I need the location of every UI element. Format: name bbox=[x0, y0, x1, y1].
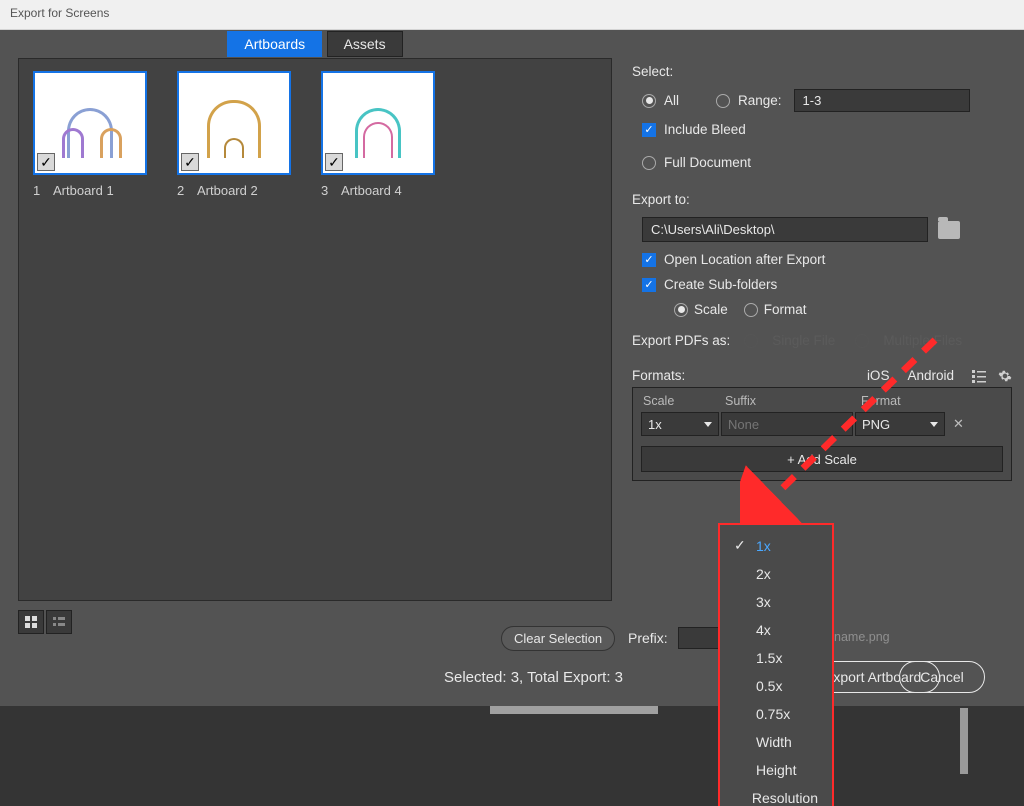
open-location-label: Open Location after Export bbox=[664, 252, 825, 267]
dropdown-item[interactable]: Height bbox=[724, 756, 828, 784]
radio-pdf-multiple bbox=[855, 334, 869, 348]
dropdown-item[interactable]: 0.5x bbox=[724, 672, 828, 700]
scrollbar-vertical[interactable] bbox=[960, 708, 968, 774]
clear-selection-button[interactable]: Clear Selection bbox=[501, 626, 615, 651]
window-title: Export for Screens bbox=[0, 0, 1024, 30]
checkmark-icon[interactable]: ✓ bbox=[37, 153, 55, 171]
chevron-down-icon bbox=[704, 422, 712, 427]
export-to-label: Export to: bbox=[632, 192, 1012, 207]
dropdown-item[interactable]: 2x bbox=[724, 560, 828, 588]
dropdown-item[interactable]: 4x bbox=[724, 616, 828, 644]
format-dropdown[interactable]: PNG bbox=[855, 412, 945, 436]
dropdown-item[interactable]: ✓1x bbox=[724, 531, 828, 560]
prefix-label: Prefix: bbox=[628, 630, 668, 646]
radio-all[interactable] bbox=[642, 94, 656, 108]
artboard-thumb[interactable]: ✓ 2Artboard 2 bbox=[177, 71, 291, 198]
dropdown-item[interactable]: 0.75x bbox=[724, 700, 828, 728]
col-scale-label: Scale bbox=[643, 394, 725, 408]
checkmark-icon[interactable]: ✓ bbox=[325, 153, 343, 171]
checkbox-include-bleed[interactable]: ✓ bbox=[642, 123, 656, 137]
background-region bbox=[0, 706, 1024, 806]
export-pdf-label: Export PDFs as: bbox=[632, 333, 730, 348]
checkbox-open-location[interactable]: ✓ bbox=[642, 253, 656, 267]
include-bleed-label: Include Bleed bbox=[664, 122, 746, 137]
dropdown-item[interactable]: 3x bbox=[724, 588, 828, 616]
dropdown-item[interactable]: 1.5x bbox=[724, 644, 828, 672]
col-format-label: Format bbox=[861, 394, 1001, 408]
suffix-input[interactable] bbox=[721, 412, 853, 436]
subfolder-scale-label: Scale bbox=[694, 302, 728, 317]
subfolder-format-label: Format bbox=[764, 302, 807, 317]
radio-subfolder-format[interactable] bbox=[744, 303, 758, 317]
dropdown-item[interactable]: Width bbox=[724, 728, 828, 756]
tab-artboards[interactable]: Artboards bbox=[227, 31, 322, 57]
pdf-single-label: Single File bbox=[772, 333, 835, 348]
scrollbar-horizontal[interactable] bbox=[490, 706, 658, 714]
radio-pdf-single bbox=[744, 334, 758, 348]
export-path-input[interactable] bbox=[642, 217, 928, 242]
artboard-grid-panel: Artboards Assets ✓ 1Artboard 1 ✓ 2Art bbox=[18, 58, 612, 601]
filename-hint: name.png bbox=[834, 630, 890, 644]
radio-range-label: Range: bbox=[738, 93, 782, 108]
ios-preset-button[interactable]: iOS bbox=[867, 368, 890, 383]
range-input[interactable] bbox=[794, 89, 970, 112]
create-subfolders-label: Create Sub-folders bbox=[664, 277, 777, 292]
gear-icon[interactable] bbox=[998, 369, 1012, 383]
dropdown-item[interactable]: Resolution bbox=[724, 784, 828, 806]
radio-full-document[interactable] bbox=[642, 156, 656, 170]
scale-dropdown-menu: ✓1x 2x 3x 4x 1.5x 0.5x 0.75x Width Heigh… bbox=[718, 523, 834, 806]
checkmark-icon[interactable]: ✓ bbox=[181, 153, 199, 171]
artboard-thumb[interactable]: ✓ 1Artboard 1 bbox=[33, 71, 147, 198]
add-scale-button[interactable]: + Add Scale bbox=[641, 446, 1003, 472]
pdf-multiple-label: Multiple Files bbox=[883, 333, 962, 348]
formats-label: Formats: bbox=[632, 368, 685, 383]
full-document-label: Full Document bbox=[664, 155, 751, 170]
chevron-down-icon bbox=[930, 422, 938, 427]
cancel-button[interactable]: Cancel bbox=[899, 661, 985, 693]
tab-assets[interactable]: Assets bbox=[327, 31, 403, 57]
select-label: Select: bbox=[632, 64, 1012, 79]
radio-range[interactable] bbox=[716, 94, 730, 108]
scale-dropdown[interactable]: 1x bbox=[641, 412, 719, 436]
radio-all-label: All bbox=[664, 93, 708, 108]
checkbox-create-subfolders[interactable]: ✓ bbox=[642, 278, 656, 292]
formats-panel: Scale Suffix Format 1x PNG ✕ + Add Scale bbox=[632, 387, 1012, 481]
list-options-icon[interactable] bbox=[972, 369, 986, 383]
android-preset-button[interactable]: Android bbox=[907, 368, 954, 383]
col-suffix-label: Suffix bbox=[725, 394, 861, 408]
folder-icon[interactable] bbox=[938, 221, 960, 239]
remove-row-icon[interactable]: ✕ bbox=[953, 416, 964, 432]
status-text: Selected: 3, Total Export: 3 bbox=[444, 669, 623, 686]
artboard-thumb[interactable]: ✓ 3Artboard 4 bbox=[321, 71, 435, 198]
radio-subfolder-scale[interactable] bbox=[674, 303, 688, 317]
